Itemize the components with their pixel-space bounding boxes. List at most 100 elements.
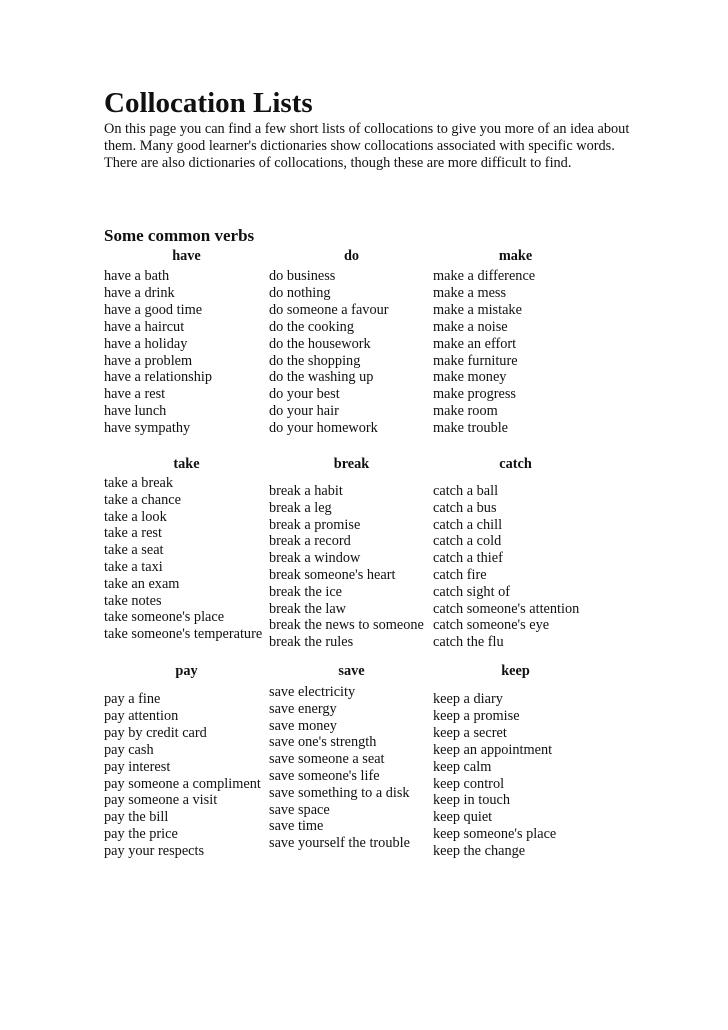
collocation-item: keep control xyxy=(433,775,505,792)
collocation-item: make a noise xyxy=(433,318,508,335)
collocation-item: take a taxi xyxy=(104,558,163,575)
collocation-item: keep in touch xyxy=(433,792,511,809)
collocation-item: do the cooking xyxy=(269,318,354,335)
collocation-item: do the washing up xyxy=(269,369,374,386)
collocation-item: catch a thief xyxy=(433,550,503,567)
column-header-pay: pay xyxy=(175,663,198,679)
collocation-list-make: make a difference make a mess make a mista… xyxy=(433,268,598,437)
column-header-save: save xyxy=(338,663,365,679)
collocation-item: save someone's life xyxy=(269,767,380,784)
collocation-item: do the shopping xyxy=(269,352,361,369)
collocation-list-save: save electricity save energy save money sav… xyxy=(269,684,434,852)
collocation-item: save money xyxy=(269,717,337,734)
collocation-item: break the rules xyxy=(269,634,354,651)
collocation-item: break a leg xyxy=(269,499,332,516)
collocation-item: break a habit xyxy=(269,483,343,499)
collocation-item: make a difference xyxy=(433,268,536,284)
collocation-item: have lunch xyxy=(104,403,167,420)
collocation-item: take someone's temperature xyxy=(104,626,263,643)
collocation-item: make room xyxy=(433,403,498,420)
collocation-list-catch: catch a ball catch a bus catch a chill catc… xyxy=(433,483,598,651)
collocation-item: have a haircut xyxy=(104,318,185,335)
collocation-item: save something to a disk xyxy=(269,784,410,801)
collocation-item: have a relationship xyxy=(104,369,212,386)
column-header-keep: keep xyxy=(501,663,530,679)
collocation-item: make an effort xyxy=(433,335,517,352)
collocation-item: have a drink xyxy=(104,284,175,301)
collocation-item: catch someone's attention xyxy=(433,600,580,617)
collocation-item: make a mistake xyxy=(433,301,522,318)
collocation-item: have a bath xyxy=(104,268,170,284)
collocation-item: catch a chill xyxy=(433,516,503,533)
collocation-item: take a break xyxy=(104,475,174,491)
collocation-item: pay someone a compliment xyxy=(104,775,261,792)
collocation-item: break a window xyxy=(269,550,361,567)
collocation-item: save space xyxy=(269,801,330,818)
collocation-item: keep an appointment xyxy=(433,741,553,758)
collocation-item: take someone's place xyxy=(104,609,225,626)
collocation-list-do: do business do nothing do someone a favour… xyxy=(269,268,434,437)
collocation-list-break: break a habit break a leg break a promise b… xyxy=(269,483,434,651)
collocation-item: pay someone a visit xyxy=(104,792,218,809)
collocation-list-have: have a bath have a drink have a good time h… xyxy=(104,268,269,437)
column-header-make: make xyxy=(498,248,533,264)
collocation-item: take notes xyxy=(104,592,162,609)
collocation-item: make furniture xyxy=(433,352,518,369)
collocation-item: break the law xyxy=(269,600,347,617)
collocation-item: keep a diary xyxy=(433,691,503,707)
collocation-item: take a seat xyxy=(104,542,164,559)
collocation-item: pay the price xyxy=(104,826,178,843)
collocation-item: keep a secret xyxy=(433,724,507,741)
collocation-item: pay cash xyxy=(104,741,154,758)
column-header-do: do xyxy=(343,248,360,264)
collocation-item: break the ice xyxy=(269,583,343,600)
collocation-item: keep someone's place xyxy=(433,826,557,843)
collocation-item: do your homework xyxy=(269,420,378,437)
column-header-take: take xyxy=(173,456,200,472)
collocation-item: save time xyxy=(269,818,324,835)
collocation-item: do nothing xyxy=(269,284,331,301)
collocation-item: pay by credit card xyxy=(104,724,207,741)
collocation-item: save yourself the trouble xyxy=(269,835,410,852)
section-heading: Some common verbs xyxy=(104,226,255,245)
collocation-item: make progress xyxy=(433,386,516,403)
collocation-item: take a chance xyxy=(104,491,181,508)
collocation-item: keep a promise xyxy=(433,707,520,724)
collocation-item: catch a cold xyxy=(433,533,502,550)
collocation-item: take a rest xyxy=(104,525,162,542)
collocation-item: break someone's heart xyxy=(269,566,396,583)
collocation-item: have a problem xyxy=(104,352,193,369)
collocation-item: pay interest xyxy=(104,758,171,775)
collocation-item: take an exam xyxy=(104,575,180,592)
collocation-list-take: take a break take a chance take a look take… xyxy=(104,475,269,643)
collocation-item: have a holiday xyxy=(104,335,188,352)
collocation-item: pay the bill xyxy=(104,809,169,826)
page-title: Collocation Lists xyxy=(104,87,313,119)
collocation-item: save one's strength xyxy=(269,734,377,751)
collocation-item: catch someone's eye xyxy=(433,617,550,634)
collocation-item: make trouble xyxy=(433,420,509,437)
collocation-item: pay attention xyxy=(104,707,179,724)
collocation-item: have sympathy xyxy=(104,420,191,437)
collocation-item: save someone a seat xyxy=(269,751,385,768)
collocation-item: catch a bus xyxy=(433,499,497,516)
collocation-item: do someone a favour xyxy=(269,301,389,318)
collocation-item: keep calm xyxy=(433,758,492,775)
collocation-item: break a promise xyxy=(269,516,361,533)
collocation-list-pay: pay a fine pay attention pay by credit car… xyxy=(104,691,269,860)
collocation-item: keep quiet xyxy=(433,809,493,826)
collocation-item: break a record xyxy=(269,533,351,550)
collocation-item: catch sight of xyxy=(433,583,511,600)
collocation-item: do your best xyxy=(269,386,340,403)
collocation-list-keep: keep a diary keep a promise keep a secret k… xyxy=(433,691,598,860)
collocation-item: break the news to someone xyxy=(269,617,424,634)
column-header-break: break xyxy=(333,456,370,472)
collocation-item: save energy xyxy=(269,700,337,717)
collocation-item: catch the flu xyxy=(433,634,504,651)
column-header-catch: catch xyxy=(499,456,532,472)
collocation-item: have a rest xyxy=(104,386,166,403)
collocation-item: pay a fine xyxy=(104,691,161,707)
collocation-item: do your hair xyxy=(269,403,339,420)
collocation-item: do business xyxy=(269,268,336,284)
collocation-item: take a look xyxy=(104,508,167,525)
